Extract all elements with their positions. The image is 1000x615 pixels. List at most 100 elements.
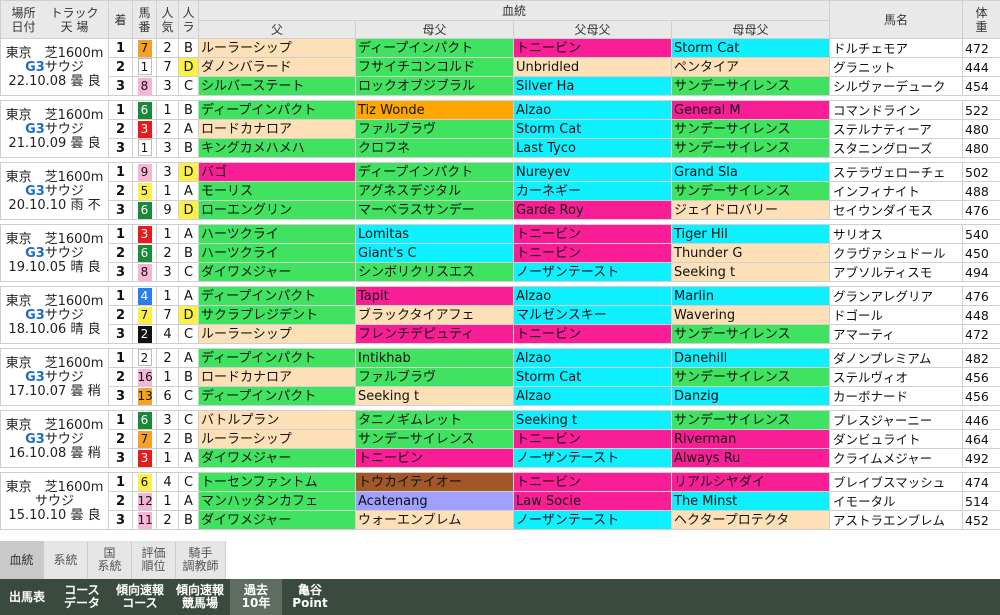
dam-sire-cell[interactable]: タニノギムレット (355, 410, 514, 430)
sire-cell[interactable]: バトルプラン (198, 410, 356, 430)
nav-item-0[interactable]: 出馬表 (0, 579, 54, 615)
horse-name[interactable]: インフィナイト (829, 181, 964, 201)
sire-dam-sire-cell[interactable]: Unbridled (513, 57, 672, 77)
sire-cell[interactable]: トーセンファントム (198, 472, 356, 492)
tab-1[interactable]: 系統 (44, 541, 88, 579)
sire-cell[interactable]: ディープインパクト (198, 286, 356, 306)
sire-dam-sire-cell[interactable]: ノーザンテースト (513, 448, 672, 468)
nav-item-5[interactable]: 亀谷 Point (282, 579, 338, 615)
dam-dam-sire-cell[interactable]: Grand Sla (670, 162, 831, 182)
nav-item-4[interactable]: 過去 10年 (230, 579, 282, 615)
sire-dam-sire-cell[interactable]: Law Socie (513, 491, 672, 511)
sire-dam-sire-cell[interactable]: ノーザンテースト (513, 262, 672, 282)
dam-sire-cell[interactable]: Tapit (355, 286, 514, 306)
sire-dam-sire-cell[interactable]: Alzao (513, 386, 672, 406)
horse-name[interactable]: スタニングローズ (829, 138, 964, 158)
horse-name[interactable]: アブソルティスモ (829, 262, 964, 282)
horse-name[interactable]: ステルナティーア (829, 119, 964, 139)
dam-dam-sire-cell[interactable]: ペンタイア (670, 57, 831, 77)
dam-sire-cell[interactable]: Intikhab (355, 348, 514, 368)
horse-name[interactable]: ブレイブスマッシュ (829, 472, 964, 492)
horse-name[interactable]: ダノンプレミアム (829, 348, 964, 368)
sire-dam-sire-cell[interactable]: トニービン (513, 472, 672, 492)
sire-cell[interactable]: ダイワメジャー (198, 510, 356, 530)
sire-cell[interactable]: ダイワメジャー (198, 262, 356, 282)
horse-name[interactable]: グラニット (829, 57, 964, 77)
tab-3[interactable]: 評価 順位 (132, 541, 176, 579)
sire-dam-sire-cell[interactable]: Alzao (513, 286, 672, 306)
horse-name[interactable]: サリオス (829, 224, 964, 244)
sire-dam-sire-cell[interactable]: トニービン (513, 243, 672, 263)
dam-dam-sire-cell[interactable]: Thunder G (670, 243, 831, 263)
sire-dam-sire-cell[interactable]: Seeking t (513, 410, 672, 430)
sire-dam-sire-cell[interactable]: Silver Ha (513, 76, 672, 96)
sire-dam-sire-cell[interactable]: ノーザンテースト (513, 510, 672, 530)
horse-name[interactable]: クライムメジャー (829, 448, 964, 468)
sire-dam-sire-cell[interactable]: トニービン (513, 324, 672, 344)
dam-dam-sire-cell[interactable]: ヘクタープロテクタ (670, 510, 831, 530)
dam-dam-sire-cell[interactable]: サンデーサイレンス (670, 367, 831, 387)
dam-sire-cell[interactable]: トウカイテイオー (355, 472, 514, 492)
dam-sire-cell[interactable]: フレンチデピュティ (355, 324, 514, 344)
dam-sire-cell[interactable]: ブラックタイアフェ (355, 305, 514, 325)
horse-name[interactable]: イモータル (829, 491, 964, 511)
horse-name[interactable]: ブレスジャーニー (829, 410, 964, 430)
dam-sire-cell[interactable]: ディープインパクト (355, 38, 514, 58)
dam-sire-cell[interactable]: Seeking t (355, 386, 514, 406)
sire-dam-sire-cell[interactable]: Alzao (513, 100, 672, 120)
horse-name[interactable]: クラヴァシュドール (829, 243, 964, 263)
horse-name[interactable]: ステラヴェローチェ (829, 162, 964, 182)
horse-name[interactable]: コマンドライン (829, 100, 964, 120)
sire-dam-sire-cell[interactable]: マルゼンスキー (513, 305, 672, 325)
nav-item-1[interactable]: コース データ (54, 579, 110, 615)
dam-sire-cell[interactable]: Lomitas (355, 224, 514, 244)
sire-cell[interactable]: サクラプレジデント (198, 305, 356, 325)
sire-cell[interactable]: キングカメハメハ (198, 138, 356, 158)
sire-cell[interactable]: ハーツクライ (198, 224, 356, 244)
dam-dam-sire-cell[interactable]: Danzig (670, 386, 831, 406)
dam-sire-cell[interactable]: トニービン (355, 448, 514, 468)
dam-dam-sire-cell[interactable]: サンデーサイレンス (670, 410, 831, 430)
dam-dam-sire-cell[interactable]: Wavering (670, 305, 831, 325)
dam-dam-sire-cell[interactable]: Marlin (670, 286, 831, 306)
horse-name[interactable]: ドゴール (829, 305, 964, 325)
tab-2[interactable]: 国系統 (88, 541, 132, 579)
dam-sire-cell[interactable]: Giant's C (355, 243, 514, 263)
sire-cell[interactable]: ロードカナロア (198, 367, 356, 387)
horse-name[interactable]: ドルチェモア (829, 38, 964, 58)
dam-dam-sire-cell[interactable]: サンデーサイレンス (670, 76, 831, 96)
dam-dam-sire-cell[interactable]: Danehill (670, 348, 831, 368)
sire-cell[interactable]: ローエングリン (198, 200, 356, 220)
dam-dam-sire-cell[interactable]: Tiger Hil (670, 224, 831, 244)
horse-name[interactable]: ステルヴィオ (829, 367, 964, 387)
horse-name[interactable]: カーボナード (829, 386, 964, 406)
sire-dam-sire-cell[interactable]: Storm Cat (513, 119, 672, 139)
dam-dam-sire-cell[interactable]: Riverman (670, 429, 831, 449)
nav-item-3[interactable]: 傾向速報 競馬場 (170, 579, 230, 615)
sire-cell[interactable]: ディープインパクト (198, 100, 356, 120)
sire-dam-sire-cell[interactable]: トニービン (513, 224, 672, 244)
sire-dam-sire-cell[interactable]: Last Tyco (513, 138, 672, 158)
dam-dam-sire-cell[interactable]: サンデーサイレンス (670, 324, 831, 344)
dam-sire-cell[interactable]: サンデーサイレンス (355, 429, 514, 449)
horse-name[interactable]: シルヴァーデューク (829, 76, 964, 96)
dam-sire-cell[interactable]: アグネスデジタル (355, 181, 514, 201)
sire-cell[interactable]: ダノンバラード (198, 57, 356, 77)
dam-dam-sire-cell[interactable]: ジェイドロバリー (670, 200, 831, 220)
sire-cell[interactable]: シルバーステート (198, 76, 356, 96)
tab-0[interactable]: 血統 (0, 541, 44, 579)
sire-cell[interactable]: マンハッタンカフェ (198, 491, 356, 511)
dam-dam-sire-cell[interactable]: The Minst (670, 491, 831, 511)
sire-dam-sire-cell[interactable]: カーネギー (513, 181, 672, 201)
dam-sire-cell[interactable]: ロックオブジブラル (355, 76, 514, 96)
dam-dam-sire-cell[interactable]: Seeking t (670, 262, 831, 282)
dam-dam-sire-cell[interactable]: サンデーサイレンス (670, 138, 831, 158)
sire-dam-sire-cell[interactable]: Nureyev (513, 162, 672, 182)
sire-dam-sire-cell[interactable]: トニービン (513, 38, 672, 58)
dam-sire-cell[interactable]: フサイチコンコルド (355, 57, 514, 77)
dam-sire-cell[interactable]: ファルブラヴ (355, 367, 514, 387)
sire-dam-sire-cell[interactable]: トニービン (513, 429, 672, 449)
sire-cell[interactable]: ダイワメジャー (198, 448, 356, 468)
sire-dam-sire-cell[interactable]: Alzao (513, 348, 672, 368)
nav-item-2[interactable]: 傾向速報 コース (110, 579, 170, 615)
